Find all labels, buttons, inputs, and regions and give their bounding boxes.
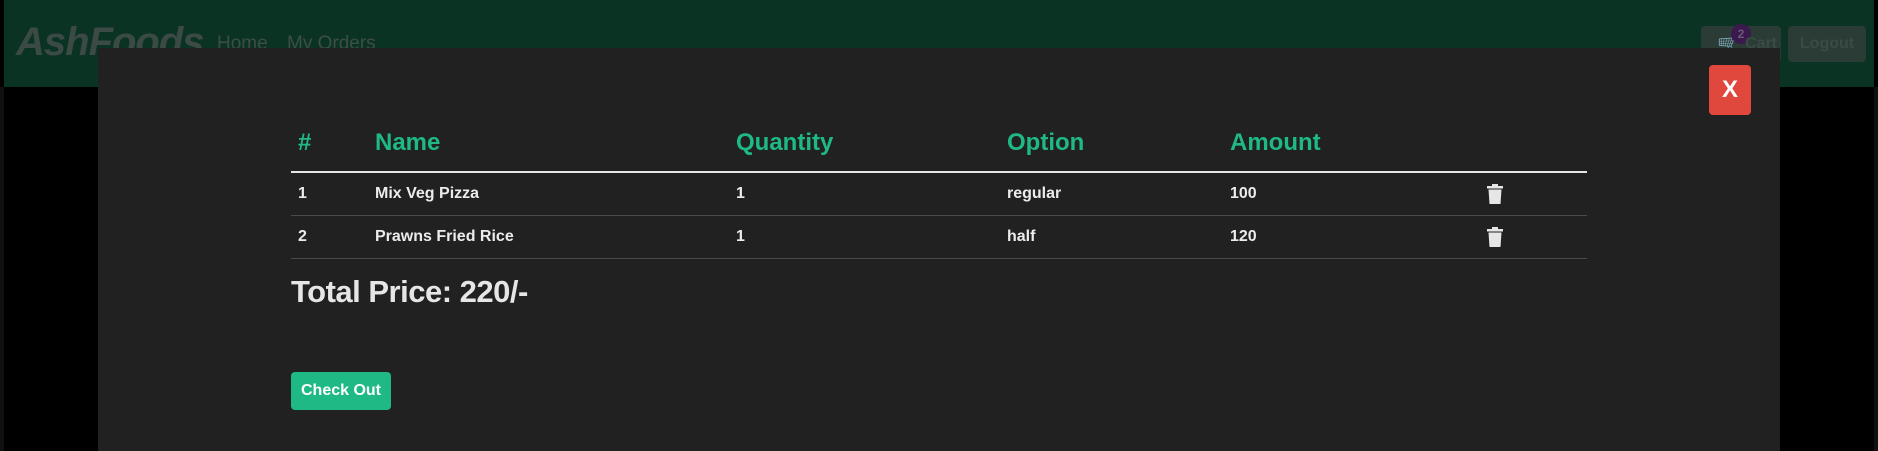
table-row: 1 Mix Veg Pizza 1 regular 100 (291, 172, 1587, 216)
row-amount: 120 (1223, 215, 1480, 259)
row-name: Prawns Fried Rice (368, 215, 729, 259)
cart-table: # Name Quantity Option Amount 1 Mix Veg … (291, 114, 1587, 259)
checkout-button[interactable]: Check Out (291, 372, 391, 410)
close-button[interactable]: X (1709, 65, 1751, 115)
total-price: Total Price: 220/- (291, 274, 528, 309)
trash-icon[interactable] (1487, 183, 1503, 204)
header-index: # (291, 114, 368, 173)
logout-button[interactable]: Logout (1788, 26, 1866, 62)
row-actions (1480, 172, 1587, 216)
row-name: Mix Veg Pizza (368, 172, 729, 216)
table-header-row: # Name Quantity Option Amount (291, 114, 1587, 173)
row-index: 1 (291, 172, 368, 216)
page-background-left (0, 87, 4, 451)
table-row: 2 Prawns Fried Rice 1 half 120 (291, 215, 1587, 259)
row-actions (1480, 215, 1587, 259)
row-option: regular (1000, 172, 1223, 216)
page-background-right (1874, 87, 1878, 451)
header-name: Name (368, 114, 729, 173)
header-option: Option (1000, 114, 1223, 173)
row-option: half (1000, 215, 1223, 259)
row-quantity: 1 (729, 172, 1000, 216)
header-actions (1480, 114, 1587, 173)
header-amount: Amount (1223, 114, 1480, 173)
trash-icon[interactable] (1487, 226, 1503, 247)
row-quantity: 1 (729, 215, 1000, 259)
row-index: 2 (291, 215, 368, 259)
header-quantity: Quantity (729, 114, 1000, 173)
row-amount: 100 (1223, 172, 1480, 216)
